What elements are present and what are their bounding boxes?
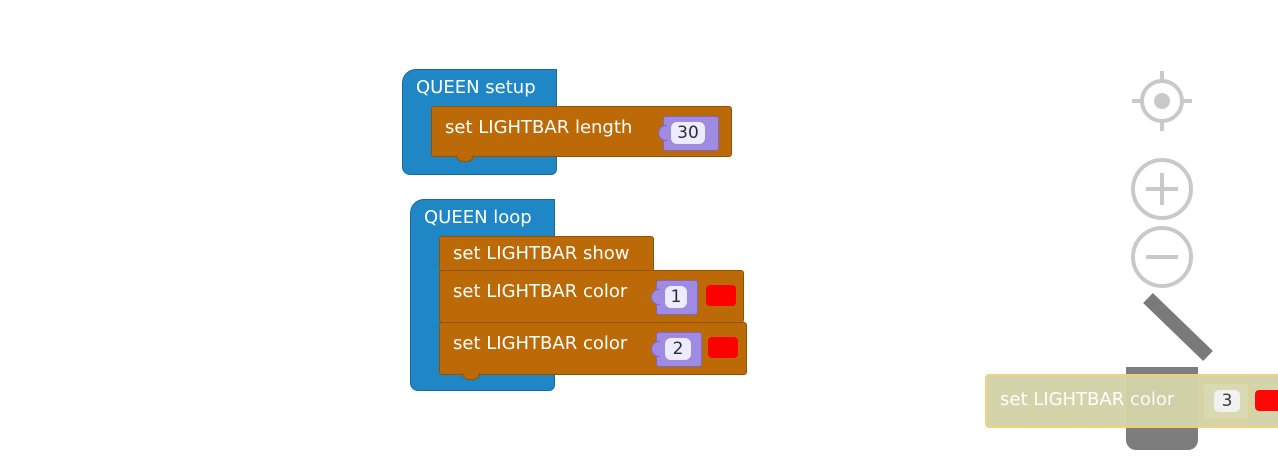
color-index-field[interactable]: 2: [665, 338, 691, 360]
dragged-value-field[interactable]: 3: [1214, 390, 1240, 412]
set-lightbar-color-block[interactable]: set LIGHTBAR color 1: [439, 270, 744, 323]
slot-connector: [658, 125, 667, 141]
set-lightbar-show-block[interactable]: set LIGHTBAR show: [439, 236, 654, 272]
set-lightbar-length-block[interactable]: set LIGHTBAR length 30: [431, 106, 732, 162]
dragged-color-swatch[interactable]: [1255, 390, 1278, 411]
length-value-field[interactable]: 30: [671, 122, 705, 144]
dragged-value-slot[interactable]: 3: [1203, 383, 1249, 419]
queen-setup-label: QUEEN setup: [416, 77, 536, 98]
crosshair-icon[interactable]: [1130, 69, 1194, 133]
dragged-block-label: set LIGHTBAR color: [1000, 389, 1175, 410]
set-lightbar-color-label: set LIGHTBAR color: [453, 281, 628, 302]
set-lightbar-show-label: set LIGHTBAR show: [453, 243, 630, 264]
color-index-slot[interactable]: 1: [651, 280, 698, 315]
set-lightbar-color-label: set LIGHTBAR color: [453, 333, 628, 354]
length-value-slot[interactable]: 30: [658, 116, 719, 151]
color-swatch[interactable]: [708, 337, 738, 358]
set-lightbar-length-label: set LIGHTBAR length: [445, 117, 633, 138]
minus-icon[interactable]: [1130, 225, 1194, 289]
dragged-set-lightbar-color-block[interactable]: set LIGHTBAR color 3: [985, 374, 1278, 428]
slot-connector: [651, 341, 660, 357]
queen-loop-label: QUEEN loop: [424, 207, 532, 228]
trash-lid-icon[interactable]: [1140, 292, 1216, 362]
plus-icon[interactable]: [1130, 157, 1194, 221]
color-index-slot[interactable]: 2: [651, 332, 702, 367]
slot-connector: [651, 289, 660, 305]
set-lightbar-color-block[interactable]: set LIGHTBAR color 2: [439, 322, 747, 380]
color-index-field[interactable]: 1: [665, 286, 687, 308]
color-swatch[interactable]: [706, 285, 736, 306]
